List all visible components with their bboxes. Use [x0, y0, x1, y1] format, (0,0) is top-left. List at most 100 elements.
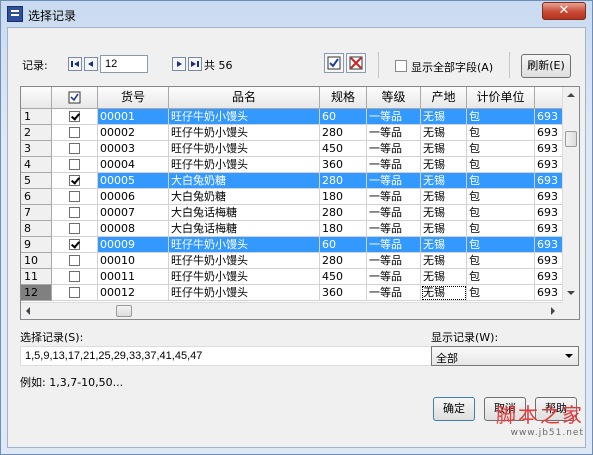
spec-cell[interactable]: 280 — [320, 173, 367, 189]
unit-cell[interactable]: 包 — [467, 109, 535, 125]
grade-cell[interactable]: 一等品 — [367, 157, 421, 173]
row-number[interactable]: 12 — [21, 285, 52, 301]
horizontal-scrollbar[interactable] — [21, 302, 563, 319]
origin-cell[interactable]: 无锡 — [421, 141, 467, 157]
code-cell[interactable]: 00004 — [98, 157, 169, 173]
display-records-select[interactable]: 全部 — [431, 346, 579, 366]
spec-cell[interactable]: 360 — [320, 285, 367, 301]
ok-button[interactable]: 确定 — [433, 397, 475, 421]
vertical-scroll-thumb[interactable] — [565, 131, 577, 147]
spec-cell[interactable]: 360 — [320, 157, 367, 173]
code-cell[interactable]: 00007 — [98, 205, 169, 221]
code-cell[interactable]: 00010 — [98, 253, 169, 269]
grade-cell[interactable]: 一等品 — [367, 125, 421, 141]
origin-column-header[interactable]: 产地 — [421, 87, 467, 109]
row-checkbox[interactable] — [69, 271, 80, 282]
grade-cell[interactable]: 一等品 — [367, 109, 421, 125]
unit-cell[interactable]: 包 — [467, 237, 535, 253]
table-row[interactable]: 4 00004 旺仔牛奶小馒头 360 一等品 无锡包 693 — [21, 157, 575, 173]
row-checkbox[interactable] — [69, 223, 80, 234]
row-checkbox[interactable] — [69, 111, 80, 122]
grade-cell[interactable]: 一等品 — [367, 221, 421, 237]
code-cell[interactable]: 00002 — [98, 125, 169, 141]
check-all-button[interactable] — [324, 53, 344, 73]
table-row[interactable]: 5 00005 大白兔奶糖 280 一等品 无锡包 693 — [21, 173, 575, 189]
row-number[interactable]: 2 — [21, 125, 52, 141]
last-record-button[interactable] — [188, 57, 202, 71]
unit-cell[interactable]: 包 — [467, 269, 535, 285]
show-all-fields-checkbox[interactable] — [395, 60, 407, 72]
selection-input[interactable] — [20, 346, 432, 366]
origin-cell[interactable]: 无锡 — [421, 269, 467, 285]
vertical-scrollbar[interactable] — [562, 87, 579, 303]
name-column-header[interactable]: 品名 — [169, 87, 320, 109]
row-checkbox[interactable] — [69, 127, 80, 138]
table-row[interactable]: 2 00002 旺仔牛奶小馒头 280 一等品 无锡包 693 — [21, 125, 575, 141]
table-row[interactable]: 8 00008 大白兔话梅糖 180 一等品 无锡包 693 — [21, 221, 575, 237]
name-cell[interactable]: 旺仔牛奶小馒头 — [169, 125, 320, 141]
grade-cell[interactable]: 一等品 — [367, 237, 421, 253]
row-number[interactable]: 9 — [21, 237, 52, 253]
name-cell[interactable]: 大白兔奶糖 — [169, 173, 320, 189]
row-number[interactable]: 6 — [21, 189, 52, 205]
table-row[interactable]: 6 00006 大白兔奶糖 180 一等品 无锡包 693 — [21, 189, 575, 205]
scroll-left-icon[interactable] — [26, 307, 30, 315]
grade-cell[interactable]: 一等品 — [367, 141, 421, 157]
table-row[interactable]: 3 00003 旺仔牛奶小馒头 450 一等品 无锡包 693 — [21, 141, 575, 157]
name-cell[interactable]: 旺仔牛奶小馒头 — [169, 237, 320, 253]
name-cell[interactable]: 大白兔话梅糖 — [169, 205, 320, 221]
row-number[interactable]: 11 — [21, 269, 52, 285]
unit-cell[interactable]: 包 — [467, 173, 535, 189]
origin-cell[interactable]: 无锡 — [421, 253, 467, 269]
name-cell[interactable]: 大白兔奶糖 — [169, 189, 320, 205]
spec-cell[interactable]: 280 — [320, 253, 367, 269]
origin-cell[interactable]: 无锡 — [421, 109, 467, 125]
table-row[interactable]: 9 00009 旺仔牛奶小馒头 60 一等品 无锡包 693 — [21, 237, 575, 253]
row-checkbox[interactable] — [69, 207, 80, 218]
next-record-button[interactable] — [172, 57, 186, 71]
code-cell[interactable]: 00009 — [98, 237, 169, 253]
row-number[interactable]: 1 — [21, 109, 52, 125]
table-row[interactable]: 11 00011 旺仔牛奶小馒头 450 一等品 无锡包 693 — [21, 269, 575, 285]
unit-column-header[interactable]: 计价单位 — [467, 87, 535, 109]
row-checkbox[interactable] — [69, 239, 80, 250]
spec-cell[interactable]: 280 — [320, 205, 367, 221]
scroll-up-icon[interactable] — [567, 93, 575, 97]
row-number[interactable]: 10 — [21, 253, 52, 269]
row-number[interactable]: 8 — [21, 221, 52, 237]
checkbox-column-header[interactable] — [52, 87, 98, 109]
first-record-button[interactable] — [68, 57, 82, 71]
table-row[interactable]: 10 00010 旺仔牛奶小馒头 280 一等品 无锡包 693 — [21, 253, 575, 269]
unit-cell[interactable]: 包 — [467, 221, 535, 237]
spec-cell[interactable]: 450 — [320, 141, 367, 157]
origin-cell[interactable]: 无锡 — [421, 221, 467, 237]
origin-cell[interactable]: 无锡 — [421, 173, 467, 189]
spec-cell[interactable]: 180 — [320, 189, 367, 205]
row-checkbox[interactable] — [69, 143, 80, 154]
row-number[interactable]: 5 — [21, 173, 52, 189]
name-cell[interactable]: 旺仔牛奶小馒头 — [169, 253, 320, 269]
row-checkbox[interactable] — [69, 175, 80, 186]
row-checkbox[interactable] — [69, 159, 80, 170]
grade-cell[interactable]: 一等品 — [367, 285, 421, 301]
unit-cell[interactable]: 包 — [467, 189, 535, 205]
code-column-header[interactable]: 货号 — [98, 87, 169, 109]
grade-cell[interactable]: 一等品 — [367, 189, 421, 205]
code-cell[interactable]: 00006 — [98, 189, 169, 205]
grade-cell[interactable]: 一等品 — [367, 269, 421, 285]
unit-cell[interactable]: 包 — [467, 157, 535, 173]
unit-cell[interactable]: 包 — [467, 125, 535, 141]
unit-cell[interactable]: 包 — [467, 285, 535, 301]
code-cell[interactable]: 00001 — [98, 109, 169, 125]
refresh-button[interactable]: 刷新(E) — [521, 54, 571, 78]
uncheck-all-button[interactable] — [346, 53, 366, 73]
code-cell[interactable]: 00005 — [98, 173, 169, 189]
table-row[interactable]: 7 00007 大白兔话梅糖 280 一等品 无锡包 693 — [21, 205, 575, 221]
spec-cell[interactable]: 60 — [320, 237, 367, 253]
origin-cell[interactable]: 无锡 — [421, 237, 467, 253]
origin-cell[interactable]: 无锡 — [421, 205, 467, 221]
name-cell[interactable]: 旺仔牛奶小馒头 — [169, 269, 320, 285]
unit-cell[interactable]: 包 — [467, 141, 535, 157]
name-cell[interactable]: 旺仔牛奶小馒头 — [169, 109, 320, 125]
code-cell[interactable]: 00011 — [98, 269, 169, 285]
